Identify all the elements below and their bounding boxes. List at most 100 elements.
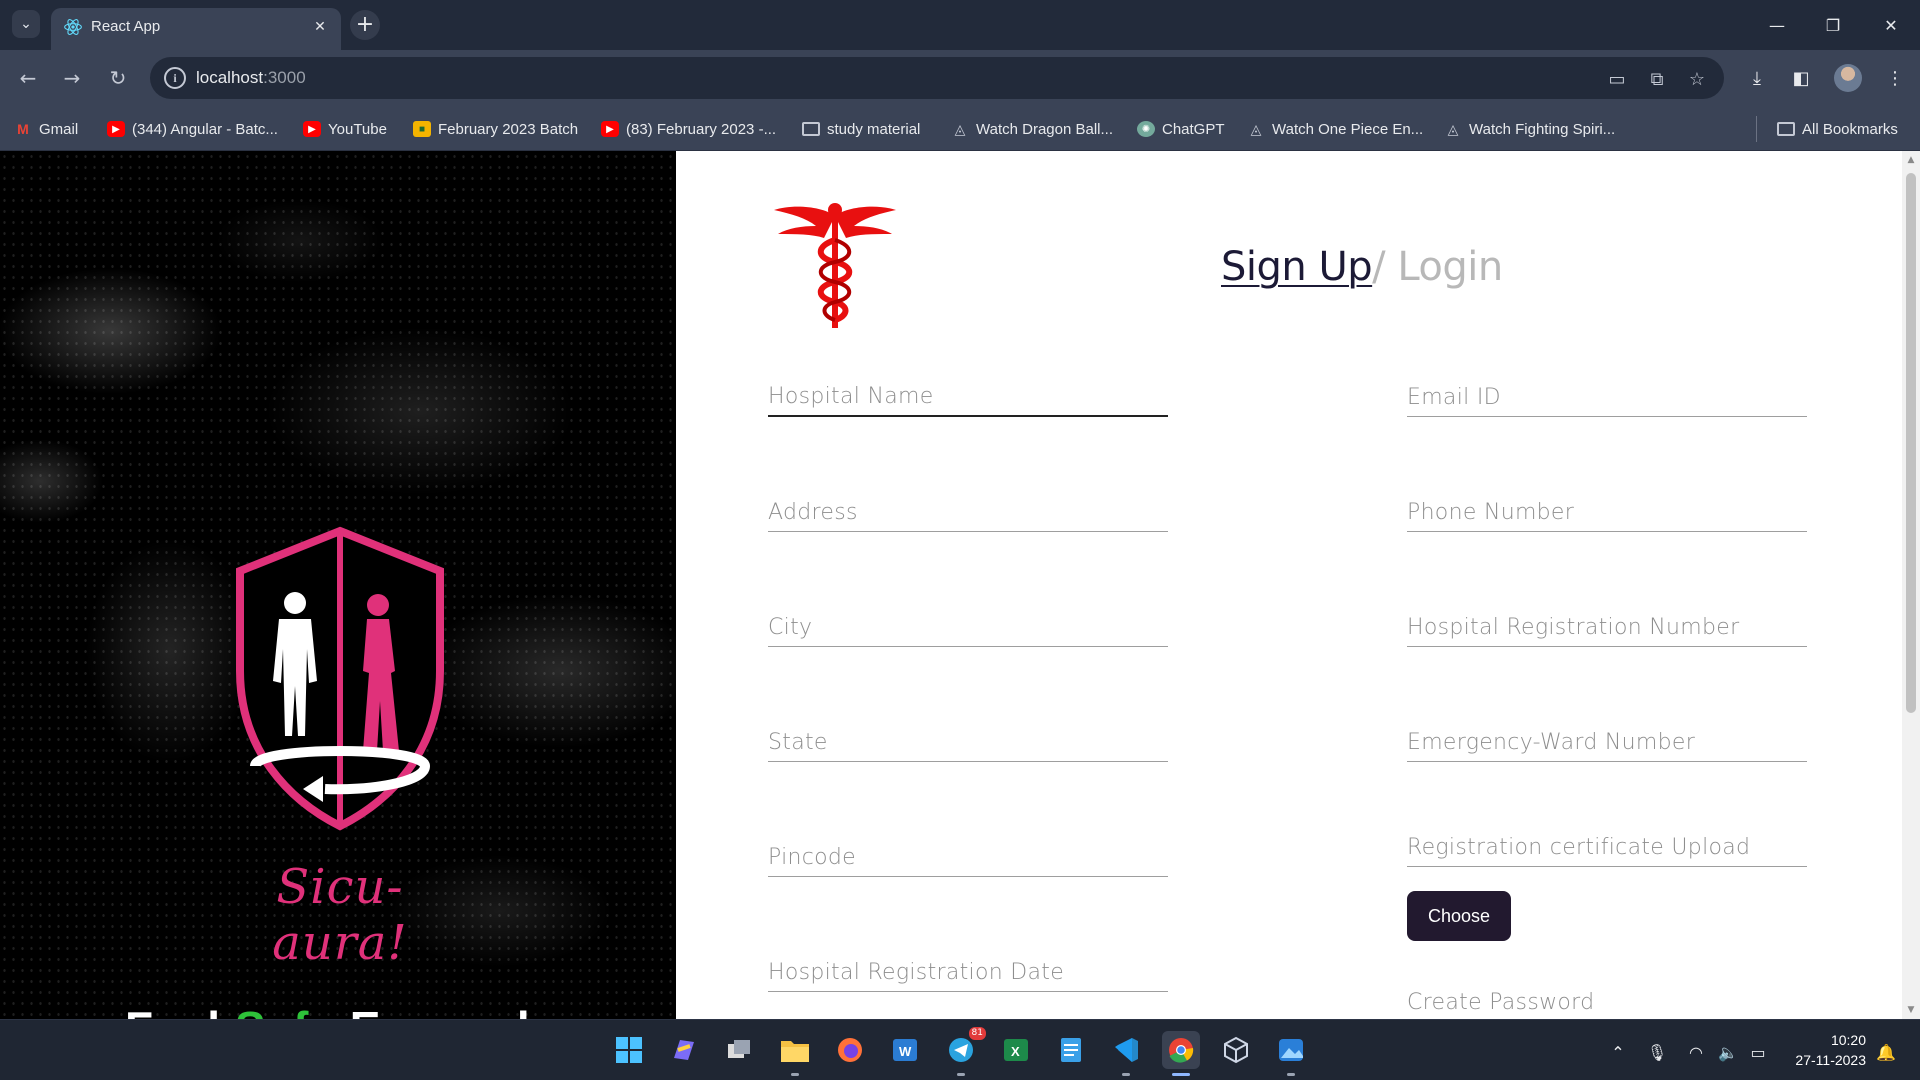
hospital-name-field[interactable]: Hospital Name [768, 381, 1168, 417]
tab-close-icon[interactable]: ✕ [309, 16, 331, 38]
word-icon[interactable]: W [886, 1031, 924, 1069]
state-field[interactable]: State [768, 726, 1168, 762]
youtube-icon: ▶ [601, 121, 619, 137]
profile-avatar[interactable] [1834, 64, 1862, 92]
telegram-badge: 81 [968, 1027, 986, 1040]
svg-text:X: X [1011, 1044, 1020, 1059]
tray-overflow-icon[interactable]: ⌃ [1606, 1040, 1630, 1064]
volume-icon[interactable]: 🔈 [1716, 1040, 1740, 1064]
certificate-upload-field[interactable]: Registration certificate Upload [1407, 831, 1807, 867]
taskbar-clock[interactable]: 10:20 27-11-2023 [1780, 1030, 1866, 1070]
task-view-icon[interactable] [720, 1031, 758, 1069]
bookmark-chatgpt[interactable]: ✺ ChatGPT [1137, 118, 1225, 140]
phone-field[interactable]: Phone Number [1407, 496, 1807, 532]
scroll-up-icon[interactable]: ▲ [1906, 155, 1916, 165]
start-icon[interactable] [610, 1031, 648, 1069]
folder-icon [1777, 122, 1795, 136]
signup-form-panel: Sign Up/ Login Hospital Name Address Cit… [676, 151, 1902, 1019]
back-icon[interactable]: ← [12, 62, 44, 94]
address-field[interactable]: Address [768, 496, 1168, 532]
gmail-icon: M [17, 121, 29, 137]
notification-bell-icon[interactable]: 🔔 [1874, 1040, 1898, 1064]
classroom-icon: ■ [413, 121, 431, 137]
registration-number-field[interactable]: Hospital Registration Number [1407, 611, 1807, 647]
site-icon: ◬ [1250, 120, 1262, 137]
signup-link[interactable]: Sign Up [1221, 244, 1373, 290]
install-app-icon[interactable]: ⧉ [1644, 66, 1670, 92]
download-icon[interactable]: ⤓ [1742, 63, 1772, 93]
auth-toggle: Sign Up/ Login [1221, 244, 1503, 290]
bookmark-dragon-ball[interactable]: ◬ Watch Dragon Ball... [951, 118, 1113, 140]
login-link[interactable]: Login [1385, 244, 1503, 290]
microphone-icon[interactable]: 🎙 [1645, 1040, 1669, 1064]
brand-panel: Sicu-aura! Feel Safe Everywhere [0, 151, 676, 1019]
caduceus-logo-icon [774, 203, 896, 328]
emergency-ward-field[interactable]: Emergency-Ward Number [1407, 726, 1807, 762]
page-viewport: Sicu-aura! Feel Safe Everywhere Sign Up/… [0, 151, 1920, 1019]
copilot-icon[interactable] [665, 1031, 703, 1069]
folder-icon [802, 122, 820, 136]
shield-logo-icon [236, 526, 444, 831]
bookmark-angular[interactable]: ▶ (344) Angular - Batc... [107, 118, 278, 140]
windows-taskbar: W 81 X ⌃ 🎙 ◠ 🔈 ▭ 10:20 27-11-2023 🔔 [0, 1019, 1920, 1080]
side-panel-icon[interactable]: ◧ [1786, 63, 1816, 93]
bookmark-one-piece[interactable]: ◬ Watch One Piece En... [1247, 118, 1424, 140]
page-scrollbar[interactable]: ▲ ▼ [1902, 151, 1920, 1019]
file-explorer-icon[interactable] [776, 1031, 814, 1076]
forward-icon[interactable]: → [56, 62, 88, 94]
bookmark-study-material[interactable]: study material [802, 118, 920, 140]
tab-search-chevron-icon[interactable]: ⌄ [12, 10, 40, 38]
choose-file-button[interactable]: Choose [1407, 891, 1511, 941]
minimize-icon[interactable]: — [1752, 10, 1802, 40]
notepad-icon[interactable] [1052, 1031, 1090, 1069]
menu-icon[interactable]: ⋮ [1880, 63, 1910, 93]
tab-title: React App [91, 18, 161, 35]
vscode-icon[interactable] [1107, 1031, 1145, 1076]
browser-tab-strip: ⌄ React App ✕ + — ❐ ✕ [0, 0, 1920, 50]
address-bar[interactable]: i localhost:3000 ▭ ⧉ ☆ [150, 57, 1724, 99]
restore-icon[interactable]: ❐ [1808, 10, 1858, 40]
wifi-icon[interactable]: ◠ [1684, 1040, 1708, 1064]
battery-icon[interactable]: ▭ [1746, 1040, 1770, 1064]
youtube-icon: ▶ [303, 121, 321, 137]
react-icon [64, 19, 82, 35]
site-icon: ◬ [1447, 120, 1459, 137]
bookmark-feb-2023[interactable]: ▶ (83) February 2023 -... [601, 118, 776, 140]
photos-icon[interactable] [1272, 1031, 1310, 1076]
new-tab-button[interactable]: + [350, 10, 380, 40]
scroll-thumb[interactable] [1906, 173, 1916, 713]
bookmark-youtube[interactable]: ▶ YouTube [303, 118, 387, 140]
svg-text:W: W [899, 1044, 912, 1059]
telegram-icon[interactable]: 81 [942, 1027, 986, 1076]
all-bookmarks[interactable]: All Bookmarks [1777, 118, 1898, 140]
chrome-icon[interactable] [1162, 1031, 1200, 1076]
firefox-icon[interactable] [831, 1031, 869, 1069]
url-text[interactable]: localhost:3000 [196, 68, 306, 88]
camera-icon[interactable]: ▭ [1604, 66, 1630, 92]
close-window-icon[interactable]: ✕ [1866, 10, 1916, 40]
registration-date-field[interactable]: Hospital Registration Date [768, 956, 1168, 992]
bookmark-gmail[interactable]: M Gmail [14, 118, 78, 140]
city-field[interactable]: City [768, 611, 1168, 647]
site-info-icon[interactable]: i [164, 67, 186, 89]
bookmark-feb-batch[interactable]: ■ February 2023 Batch [413, 118, 578, 140]
bookmarks-divider [1756, 116, 1757, 142]
pincode-field[interactable]: Pincode [768, 841, 1168, 877]
brand-name: Sicu-aura! [272, 859, 408, 971]
chatgpt-icon: ✺ [1137, 121, 1155, 137]
site-icon: ◬ [954, 120, 966, 137]
bookmark-fighting-spirit[interactable]: ◬ Watch Fighting Spiri... [1444, 118, 1616, 140]
virtualbox-icon[interactable] [1217, 1031, 1255, 1069]
auth-separator: / [1372, 244, 1386, 290]
email-field[interactable]: Email ID [1407, 381, 1807, 417]
youtube-icon: ▶ [107, 121, 125, 137]
bookmark-star-icon[interactable]: ☆ [1684, 66, 1710, 92]
create-password-field[interactable]: Create Password [1407, 986, 1807, 1019]
browser-tab[interactable]: React App ✕ [51, 8, 341, 50]
scroll-down-icon[interactable]: ▼ [1906, 1005, 1916, 1015]
browser-toolbar: ← → ↻ i localhost:3000 ▭ ⧉ ☆ ⤓ ◧ ⋮ [0, 50, 1920, 107]
reload-icon[interactable]: ↻ [102, 62, 134, 94]
excel-icon[interactable]: X [997, 1031, 1035, 1069]
bookmarks-bar: M Gmail ▶ (344) Angular - Batc... ▶ YouTube… [0, 107, 1920, 151]
brand-tagline: Feel Safe Everywhere [125, 1001, 618, 1019]
